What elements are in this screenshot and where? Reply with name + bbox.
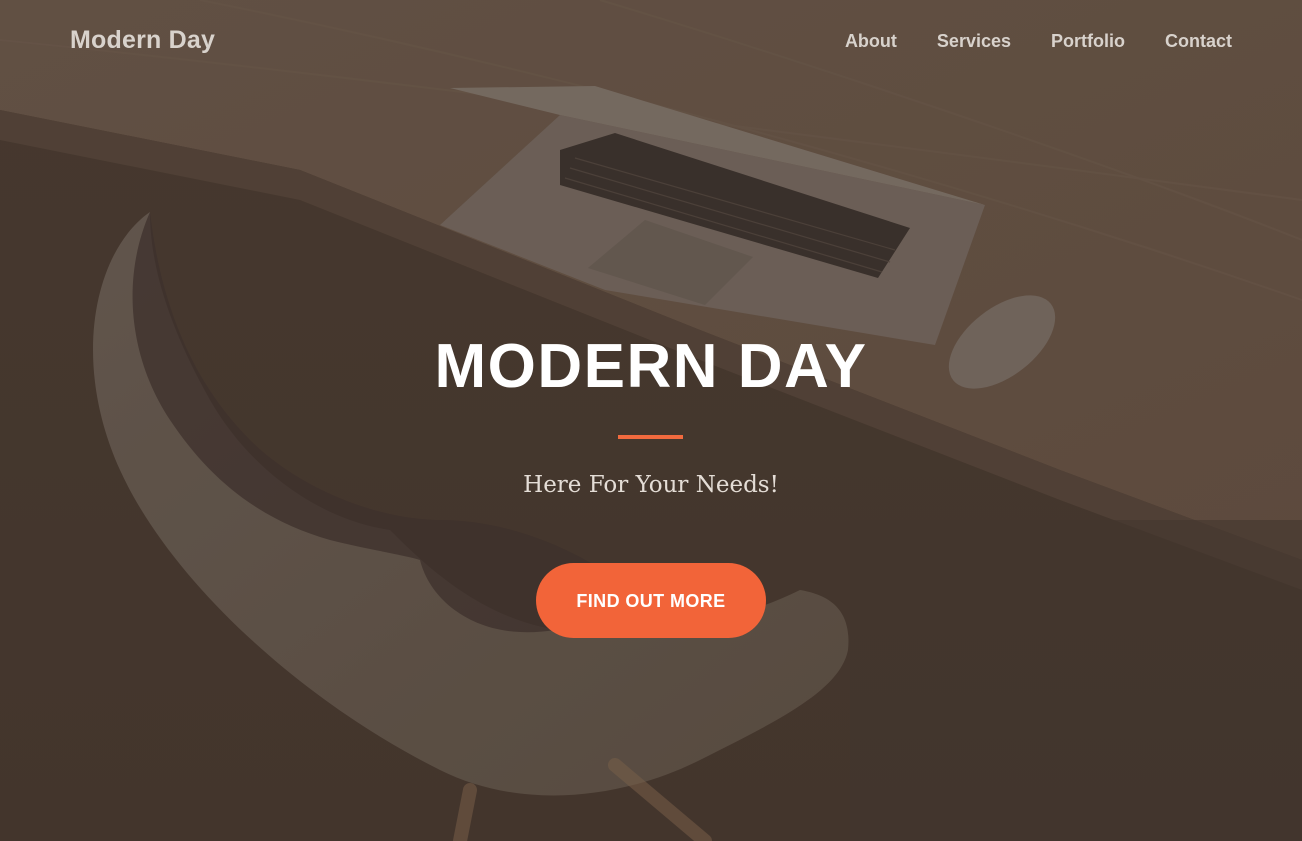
hero-section xyxy=(0,0,1302,841)
nav-link-about[interactable]: About xyxy=(845,31,897,52)
hero-overlay xyxy=(0,0,1302,841)
nav-link-contact[interactable]: Contact xyxy=(1165,31,1232,52)
nav-link-portfolio[interactable]: Portfolio xyxy=(1051,31,1125,52)
nav-links: About Services Portfolio Contact xyxy=(845,31,1232,52)
top-navbar: Modern Day About Services Portfolio Cont… xyxy=(0,0,1302,86)
find-out-more-button[interactable]: FIND OUT MORE xyxy=(536,563,766,638)
hero-headline: MODERN DAY xyxy=(434,332,868,401)
hero-divider xyxy=(618,435,683,439)
nav-link-services[interactable]: Services xyxy=(937,31,1011,52)
hero-tagline: Here For Your Needs! xyxy=(523,472,779,498)
brand-logo[interactable]: Modern Day xyxy=(70,26,215,55)
